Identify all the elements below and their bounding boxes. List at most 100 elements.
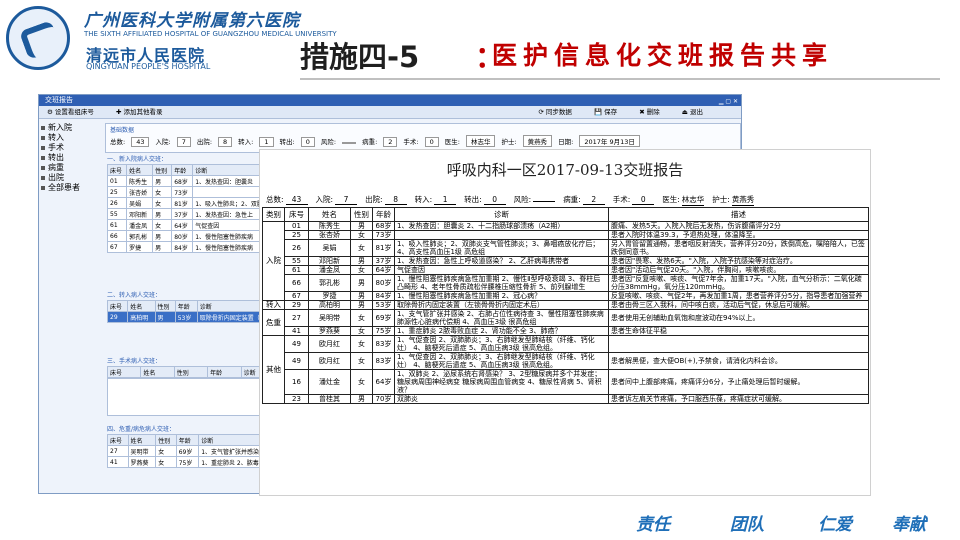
report-column-header: 诊断 [394,207,609,222]
stat-item: 手术: 0 [403,137,439,147]
tree-item[interactable]: 转出 [41,153,105,163]
save-button[interactable]: 💾 保存 [594,108,627,116]
report-cell-sex: 女 [350,265,373,275]
report-cell-dx: 1、慢性阻塞性肺疾病急性加重期 2、慢性Ⅱ型呼吸衰竭 3、脊柱后凸畸形 4、老年… [394,274,609,292]
tree-item[interactable]: 出院 [41,173,105,183]
table-header-row: 床号 姓名 性别 年龄 诊断 [107,434,275,446]
stat-item: 出院: 8 [196,137,233,147]
stat-label: 风险: [320,138,337,146]
delete-button[interactable]: ✖ 删除 [639,108,670,116]
report-stat-value: 黄燕秀 [731,195,755,206]
report-cell-sex: 男 [350,394,373,404]
tree-item[interactable]: 全部患者 [41,183,105,193]
table-row[interactable]: 41 罗燕葵女 75岁 1、重症肺炎 2、脓毒 [107,456,275,468]
table-row[interactable]: 01 陈秀生男 68岁 1、发热查因：胆囊炎 [106,175,275,187]
table-cell: 01 [106,175,128,187]
stat-field[interactable]: 2017年 9月13日 [579,135,640,147]
report-category: 转入 [262,300,285,310]
report-cell-name: 高柏明 [308,300,351,310]
section-surgery: 三、手术病人交班： 床号 姓名 性别 年龄 诊断 [106,357,276,416]
exit-button[interactable]: ⏏ 退出 [682,108,713,116]
stat-field[interactable]: 8 [218,137,233,147]
report-stat-label: 总数: [266,195,284,204]
table-cell: 郭孔彬 [126,230,154,242]
report-cell-bed: 49 [284,352,309,370]
report-row: 入院 01 陈秀生男 68岁 1、发热查因：胆囊炎 2、十二指肠球部溃疡（A2期） 腹痛、… [262,221,869,301]
report-cell-bed: 67 [284,291,309,301]
stat-field[interactable]: 黄燕秀 [522,135,553,147]
table-cell: 61 [106,219,128,231]
report-row: 23 曾桂其男 70岁 双肺炎 患者诉左肩关节疼痛，予口服西乐葆，疼痛症状可缓解。 [263,394,869,404]
report-header-row: 类别 床号 姓名 性别 年龄 诊断 描述 [262,207,869,222]
table-row[interactable]: 27 吴明带女 69岁 1、支气管扩张并感染 [107,445,275,457]
stat-field[interactable]: 7 [176,137,191,147]
column-header: 姓名 [140,366,175,378]
slide: 广州医科大学附属第六医院 THE SIXTH AFFILIATED HOSPIT… [0,0,960,540]
table-cell: 81岁 [171,197,194,209]
app-titlebar: 交班报告 ▁ ▢ ✕ [39,95,741,106]
stat-item: 转出: 0 [280,137,315,147]
report-cell-name: 欧月红 [308,352,351,370]
report-cell-desc: 患者因"畏寒、发热6天。"入院，入院予抗感染等对症治疗。 [608,256,869,266]
report-category: 危重 [262,309,285,336]
report-cell-sex: 女 [350,230,373,240]
report-cell-age: 68岁 [372,221,395,231]
add-content-button[interactable]: ✚ 添加其他看录 [116,108,173,116]
report-stats: 总数: 43 入院: 7 出院: 8 转入: 1 转出: 0 风险: 病重: 2 手术: 0 医生: 林志华 护士… [266,194,762,206]
stat-label: 转入: [238,138,254,146]
report-cell-dx: 1、发热查因：胆囊炎 2、十二指肠球部溃疡（A2期） [394,221,609,231]
report-cell-bed: 55 [284,256,309,266]
sync-button[interactable]: ⟳ 同步数据 [538,108,582,116]
report-stat-label: 医生: [662,195,680,204]
table-cell: 25 [106,186,128,198]
table-row[interactable]: 67 罗捷男 84岁 1、慢性阻塞性肺疾病 [106,241,275,253]
table-header-row: 床号 姓名 性别 年龄 诊断 [106,164,275,176]
stat-field[interactable]: 0 [424,137,439,147]
table-row[interactable]: 55 邓阳新男 37岁 1、发热查因：急性上 [106,208,275,220]
stat-field[interactable]: 1 [259,137,274,147]
report-column-header: 姓名 [308,207,351,222]
stats-label: 基础数据 [110,127,135,134]
column-header: 年龄 [207,366,242,378]
report-cell-dx: 1、慢性阻塞性肺疾病急性加重期 2、冠心病？ [394,291,609,301]
report-row: 25 张杏娇女 73岁 患者入院时体温39.3，予退热处理，体温降至。 [263,230,869,240]
table-row[interactable]: 61 潘金凤女 64岁 气促查因 [106,219,275,231]
stat-label: 总数: [110,138,126,146]
table-row[interactable]: 26 吴娟女 81岁 1、吸入性肺炎；2、双肺 [106,197,275,209]
stat-label: 医生: [444,138,460,146]
table-cell: 潘金凤 [126,219,154,231]
table-cell: 男 [152,175,173,187]
section-title: 四、危重/病危病人交班： [107,426,176,433]
report-cell-name: 邓阳新 [308,256,351,266]
tree-item[interactable]: 新入院 [41,123,105,133]
table-row[interactable]: 29 高柏明男 53岁 取除骨折内固定装置（ [106,311,276,323]
app-window-title: 交班报告 [45,96,73,104]
report-cell-age: 64岁 [372,369,395,395]
stat-field[interactable] [342,142,357,144]
stat-field[interactable]: 0 [300,137,315,147]
table-cell: 67 [106,241,128,253]
report-cell-age: 64岁 [372,265,395,275]
set-bed-button[interactable]: ⚙ 设置看组床号 [47,108,104,116]
report-column-header: 描述 [608,207,869,222]
table-cell: 27 [107,445,129,457]
category-tree: 新入院 转入 手术 转出 病重 出院 全部患者 [41,123,105,193]
report-cell-bed: 27 [284,309,309,327]
tree-item[interactable]: 病重 [41,163,105,173]
stat-field[interactable]: 2 [383,137,398,147]
report-stat-label: 出院: [365,195,383,204]
stat-field[interactable]: 林志华 [465,135,496,147]
table-row[interactable]: 25 张杏娇女 73岁 [106,186,275,198]
stat-label: 出院: [196,138,213,146]
table-row[interactable]: 66 郭孔彬男 80岁 1、慢性阻塞性肺疾病 [106,230,275,242]
report-cell-bed: 01 [284,221,309,231]
tree-item[interactable]: 转入 [41,133,105,143]
report-cell-name: 罗燕葵 [308,326,351,336]
stat-field[interactable]: 43 [131,137,150,147]
table-cell: 80岁 [171,230,194,242]
table-header-row: 床号 姓名 性别 年龄 诊断 [106,300,276,312]
report-cell-sex: 女 [350,335,373,353]
report-cell-age: 53岁 [372,300,395,310]
slide-title: 措施四-5 [300,40,420,74]
tree-item[interactable]: 手术 [41,143,105,153]
